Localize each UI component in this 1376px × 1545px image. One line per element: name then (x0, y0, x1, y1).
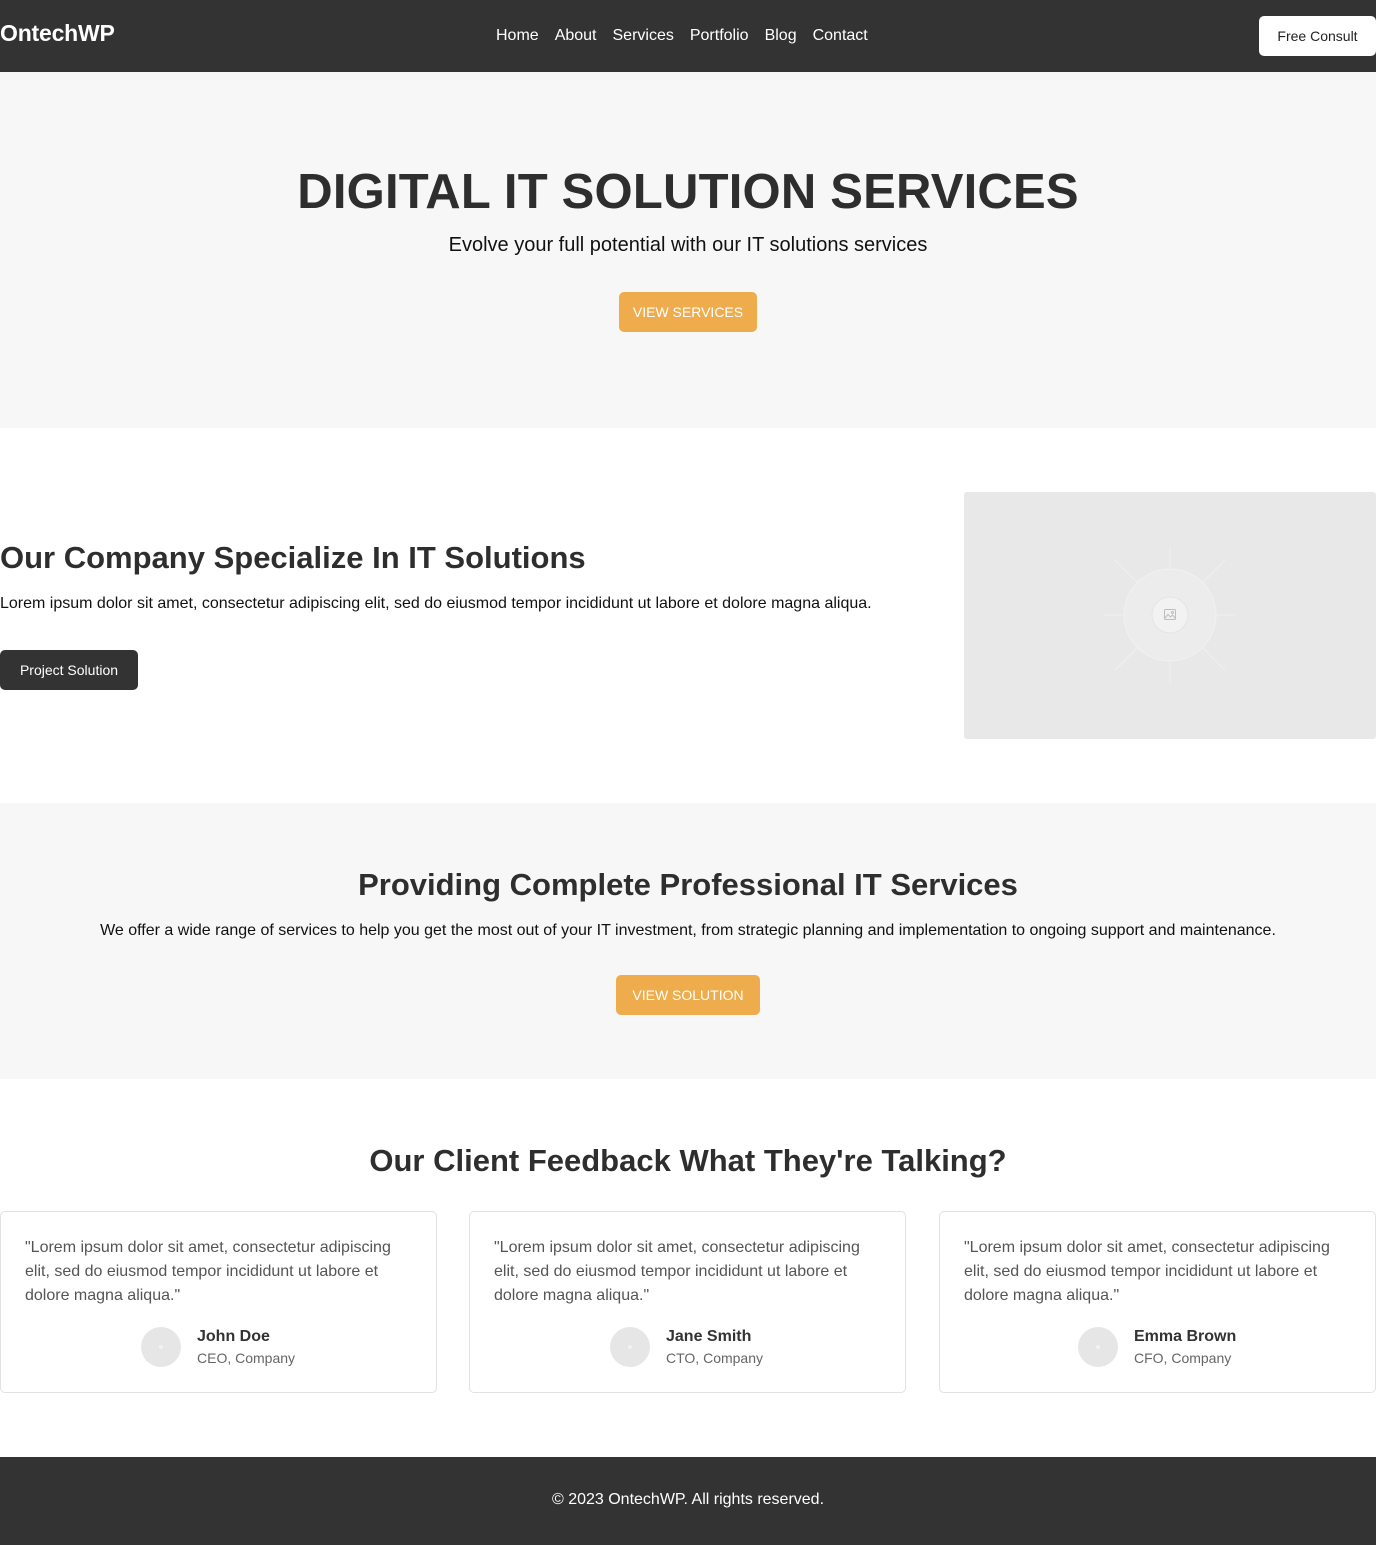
nav-services[interactable]: Services (605, 24, 682, 48)
view-solution-button[interactable]: VIEW SOLUTION (616, 975, 760, 1015)
nav-contact[interactable]: Contact (805, 24, 876, 48)
feedback-title: Our Client Feedback What They're Talking… (369, 1143, 1007, 1178)
nav-blog[interactable]: Blog (757, 24, 805, 48)
author-role: CEO, Company (197, 1350, 296, 1366)
services-section: Providing Complete Professional IT Servi… (0, 803, 1376, 1079)
avatar (141, 1327, 181, 1367)
testimonial-quote: "Lorem ipsum dolor sit amet, consectetur… (964, 1239, 1330, 1304)
main-nav: Home About Services Portfolio Blog Conta… (488, 24, 876, 48)
author-name: Jane Smith (666, 1328, 752, 1345)
avatar (610, 1327, 650, 1367)
specialize-text: Lorem ipsum dolor sit amet, consectetur … (0, 595, 872, 612)
nav-about[interactable]: About (547, 24, 605, 48)
copyright-text: © 2023 OntechWP. All rights reserved. (551, 1491, 825, 1508)
free-consult-button[interactable]: Free Consult (1259, 16, 1376, 56)
site-header: OntechWP Home About Services Portfolio B… (0, 0, 1376, 72)
testimonial-card: "Lorem ipsum dolor sit amet, consectetur… (939, 1211, 1376, 1393)
view-services-button[interactable]: VIEW SERVICES (619, 292, 757, 332)
testimonial-author: John Doe CEO, Company (141, 1326, 295, 1368)
feedback-section: Our Client Feedback What They're Talking… (0, 1079, 1376, 1457)
hero-subtitle: Evolve your full potential with our IT s… (448, 234, 928, 256)
project-solution-button[interactable]: Project Solution (0, 650, 138, 690)
testimonial-card: "Lorem ipsum dolor sit amet, consectetur… (469, 1211, 906, 1393)
testimonial-quote: "Lorem ipsum dolor sit amet, consectetur… (494, 1239, 860, 1304)
specialize-section: Our Company Specialize In IT Solutions L… (0, 428, 1376, 803)
nav-home[interactable]: Home (488, 24, 547, 48)
author-role: CFO, Company (1134, 1350, 1232, 1366)
author-name: John Doe (197, 1328, 270, 1345)
site-logo[interactable]: OntechWP (0, 20, 115, 47)
hero-section: DIGITAL IT SOLUTION SERVICES Evolve your… (0, 72, 1376, 428)
image-placeholder (964, 492, 1376, 739)
services-text: We offer a wide range of services to hel… (100, 922, 1276, 939)
testimonial-card: "Lorem ipsum dolor sit amet, consectetur… (0, 1211, 437, 1393)
author-name: Emma Brown (1134, 1328, 1237, 1345)
site-footer: © 2023 OntechWP. All rights reserved. (0, 1457, 1376, 1545)
testimonial-quote: "Lorem ipsum dolor sit amet, consectetur… (25, 1239, 391, 1304)
image-placeholder-icon (1104, 547, 1236, 683)
testimonial-author: Jane Smith CTO, Company (610, 1326, 763, 1368)
author-role: CTO, Company (666, 1350, 763, 1366)
testimonial-author: Emma Brown CFO, Company (1078, 1326, 1236, 1368)
avatar (1078, 1327, 1118, 1367)
specialize-title: Our Company Specialize In IT Solutions (0, 540, 586, 575)
services-title: Providing Complete Professional IT Servi… (358, 867, 1018, 902)
nav-portfolio[interactable]: Portfolio (682, 24, 757, 48)
hero-title: DIGITAL IT SOLUTION SERVICES (297, 165, 1079, 219)
